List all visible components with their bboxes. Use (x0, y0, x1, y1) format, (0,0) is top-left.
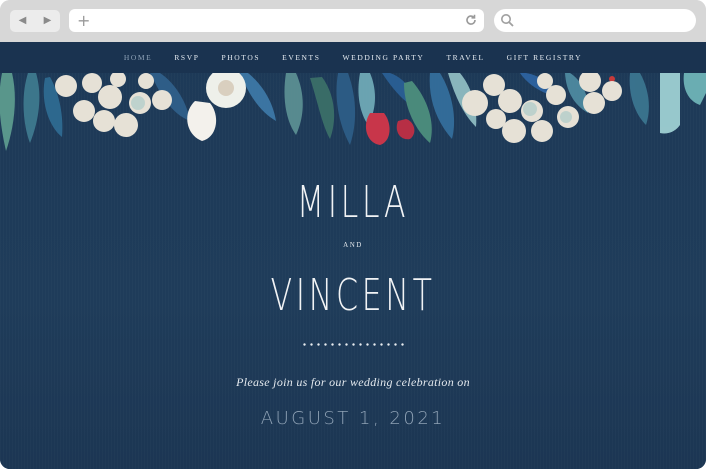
nav-travel[interactable]: TRAVEL (435, 53, 495, 62)
dotted-divider (301, 343, 407, 346)
browser-toolbar: ◀ ▶ + (0, 0, 706, 42)
site-navigation: HOME RSVP PHOTOS EVENTS WEDDING PARTY TR… (0, 42, 706, 73)
invitation-text: Please join us for our wedding celebrati… (236, 375, 470, 389)
search-input[interactable] (494, 9, 696, 32)
nav-photos[interactable]: PHOTOS (211, 53, 272, 62)
nav-home[interactable]: HOME (113, 53, 163, 62)
plus-icon[interactable]: + (77, 11, 90, 30)
wedding-website: HOME RSVP PHOTOS EVENTS WEDDING PARTY TR… (0, 42, 706, 469)
nav-rsvp[interactable]: RSVP (163, 53, 210, 62)
address-bar[interactable]: + (69, 9, 484, 32)
partner-two-name: VINCENT (270, 270, 436, 321)
forward-arrow-icon[interactable]: ▶ (44, 16, 52, 26)
nav-events[interactable]: EVENTS (271, 53, 331, 62)
browser-window: ◀ ▶ + HOME RSVP PHOTOS EVENTS WEDDING PA… (0, 0, 706, 469)
history-buttons: ◀ ▶ (10, 10, 60, 32)
nav-gift-registry[interactable]: GIFT REGISTRY (496, 53, 593, 62)
floral-header-illustration (0, 73, 706, 151)
and-connector: AND (343, 241, 363, 249)
back-arrow-icon[interactable]: ◀ (19, 16, 27, 26)
search-icon (501, 14, 514, 27)
partner-one-name: MILLA (296, 177, 410, 228)
nav-wedding-party[interactable]: WEDDING PARTY (332, 53, 436, 62)
wedding-date: AUGUST 1, 2021 (260, 408, 446, 429)
reload-icon[interactable] (464, 13, 478, 27)
